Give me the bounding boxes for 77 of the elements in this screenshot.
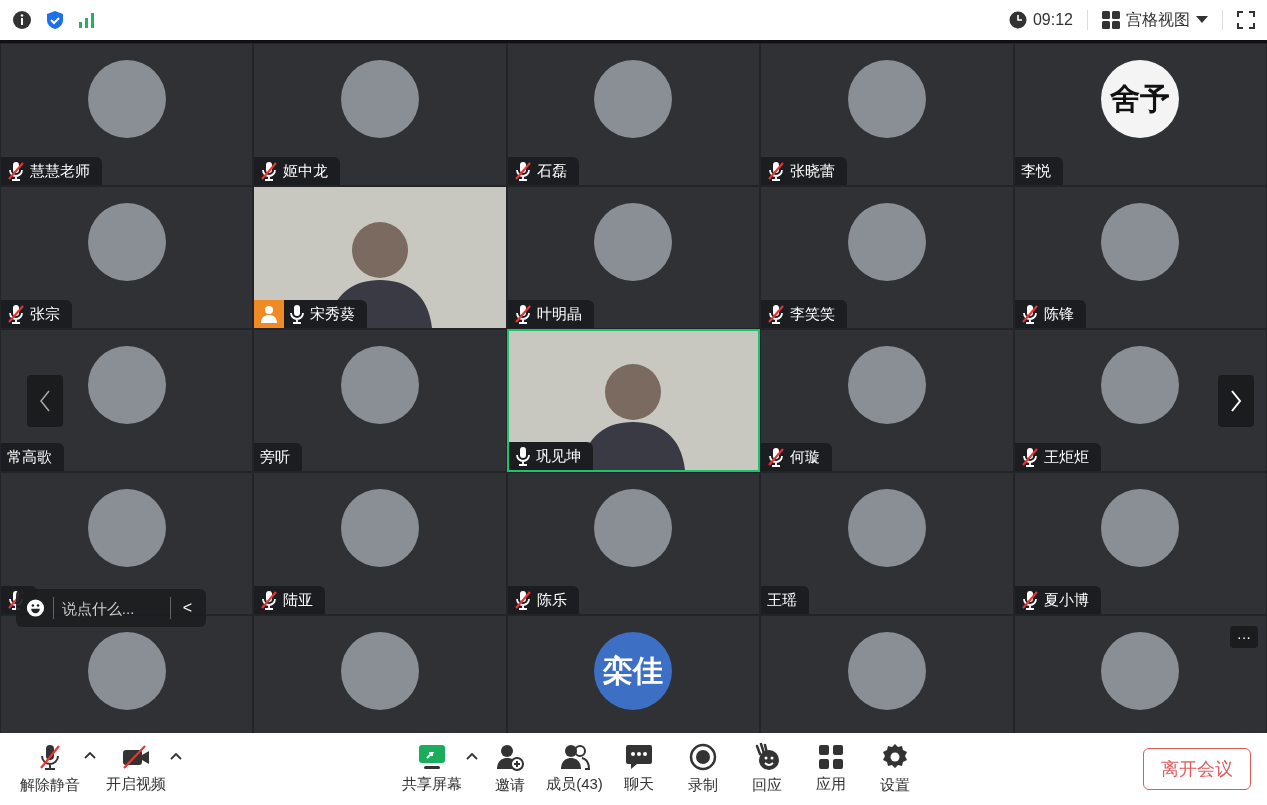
muted-mic-icon [7, 304, 25, 324]
add-person-icon [496, 743, 525, 771]
mic-icon [289, 304, 306, 324]
chat-icon [624, 744, 653, 770]
signal-bars-icon[interactable] [78, 12, 96, 28]
muted-mic-icon [260, 161, 279, 181]
participant-name: 何璇 [790, 447, 821, 467]
muted-mic-icon [767, 447, 786, 467]
more-button[interactable]: ··· [1230, 626, 1258, 648]
toolbar-button[interactable]: 设置 [862, 743, 927, 795]
muted-mic-icon [767, 161, 786, 181]
participant-name: 陈乐 [536, 590, 567, 610]
shield-check-icon[interactable] [46, 10, 64, 30]
muted-mic-icon [37, 743, 63, 771]
apps-grid-icon [817, 744, 844, 770]
participant-name: 陆亚 [283, 590, 314, 610]
participant-name: 张晓蕾 [790, 161, 836, 181]
participant-name: 旁听 [260, 447, 291, 467]
participant-name: 王瑶 [767, 590, 798, 610]
muted-mic-icon [7, 161, 25, 181]
mic-icon [514, 446, 531, 466]
chevron-right-icon [1230, 389, 1242, 413]
settings-icon [880, 743, 909, 771]
muted-mic-icon [513, 304, 532, 324]
chat-input-field[interactable]: 说点什么... [61, 599, 162, 617]
caret-up-icon [170, 752, 182, 760]
clock-icon [1008, 11, 1027, 29]
muted-mic-icon [767, 304, 786, 324]
participant-name: 陈锋 [1043, 304, 1074, 324]
people-icon [559, 744, 590, 770]
caret-up-icon [84, 751, 96, 759]
toolbar-button[interactable]: 解除静音 [16, 743, 84, 795]
avatar-text: 栾佳 [594, 632, 673, 710]
muted-mic-icon [1020, 304, 1039, 324]
muted-mic-icon [260, 590, 279, 610]
toolbar-button[interactable]: 开启视频 [102, 744, 170, 794]
meeting-time: 09:12 [1032, 11, 1073, 29]
toolbar-button[interactable]: 录制 [670, 743, 735, 795]
participant-name: 李悦 [1020, 161, 1051, 181]
participant-name: 宋秀葵 [310, 304, 356, 324]
info-icon[interactable] [12, 10, 32, 30]
participant-name: 慧慧老师 [30, 161, 90, 181]
next-page-button[interactable] [1218, 375, 1254, 427]
caret-icon [1196, 16, 1208, 24]
chevron-left-icon [39, 389, 51, 413]
toolbar-button[interactable]: 成员(43) [542, 744, 607, 794]
leave-meeting-button[interactable]: 离开会议 [1143, 748, 1251, 790]
participant-name: 李笑笑 [790, 304, 836, 324]
participant-name: 常高歌 [7, 447, 52, 467]
toolbar-button[interactable]: 邀请 [478, 743, 543, 795]
view-mode-dropdown[interactable]: 宫格视图 [1102, 9, 1208, 31]
muted-mic-icon [1020, 447, 1039, 467]
muted-mic-icon [513, 590, 532, 610]
record-icon [688, 743, 717, 771]
toolbar-button[interactable]: 回应 [734, 743, 799, 795]
fullscreen-icon[interactable] [1237, 11, 1255, 29]
muted-mic-icon [513, 161, 532, 181]
participant-name: 姬中龙 [283, 161, 329, 181]
participant-name: 张宗 [30, 304, 60, 324]
person-icon [260, 305, 279, 323]
participant-name: 石磊 [536, 161, 567, 181]
caret-up-icon [466, 752, 479, 760]
camera-off-icon [121, 744, 151, 770]
smiley-icon[interactable] [26, 597, 45, 619]
toolbar-button[interactable]: 应用 [798, 744, 863, 794]
participant-name: 叶明晶 [536, 304, 582, 324]
toolbar-button[interactable]: 共享屏幕 [398, 744, 467, 794]
screen-share-icon [418, 744, 447, 770]
toolbar-button[interactable]: 聊天 [606, 744, 671, 794]
participant-name: 王炬炬 [1043, 447, 1089, 467]
collapse-button[interactable]: < [178, 599, 196, 617]
grid-icon [1102, 11, 1120, 29]
avatar-text: 舍予 [1101, 60, 1180, 138]
participant-name: 巩见坤 [535, 446, 581, 466]
previous-page-button[interactable] [27, 375, 63, 427]
participant-name: 夏小博 [1043, 590, 1089, 610]
muted-mic-icon [1020, 590, 1039, 610]
